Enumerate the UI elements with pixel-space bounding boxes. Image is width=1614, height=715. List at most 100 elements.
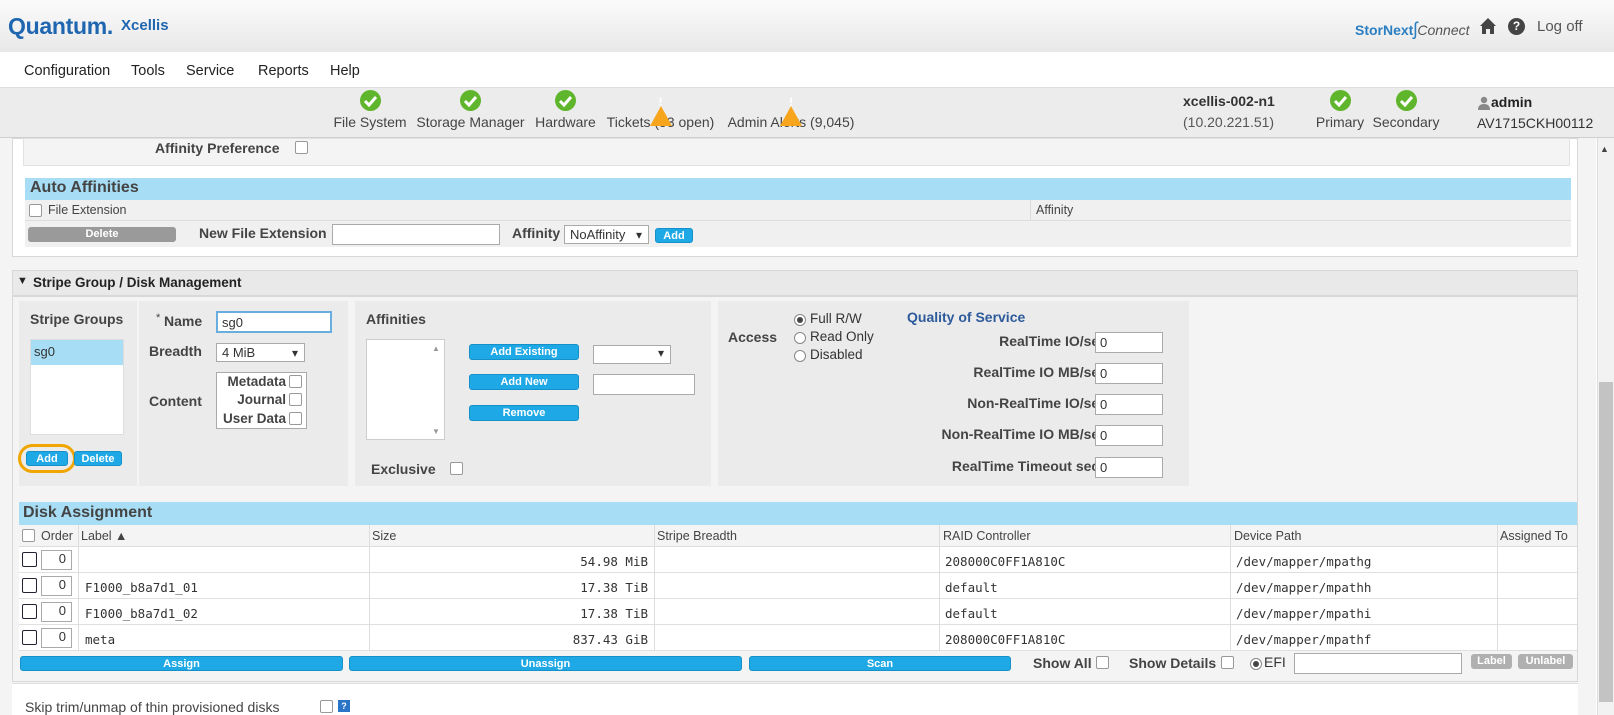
select-all-checkbox[interactable] [29, 204, 42, 217]
col-divider [78, 547, 79, 651]
help-icon[interactable]: ? [338, 700, 350, 712]
content-userdata-checkbox[interactable] [289, 412, 302, 425]
stripe-group-section-title: Stripe Group / Disk Management [33, 275, 242, 290]
status-hardware[interactable]: Hardware [533, 90, 598, 130]
scrollbar-thumb[interactable] [1599, 382, 1613, 702]
status-file-system[interactable]: File System [330, 90, 410, 130]
remove-affinity-button[interactable]: Remove [469, 405, 579, 421]
affinity-select[interactable]: NoAffinity [564, 225, 649, 244]
delete-extension-button[interactable]: Delete [28, 227, 176, 242]
affinity-pref-checkbox[interactable] [295, 141, 308, 154]
disk-assignment-title: Disk Assignment [23, 504, 153, 521]
affinity-label: Affinity [512, 225, 561, 241]
disk-select-all-checkbox[interactable] [22, 529, 35, 542]
scan-button[interactable]: Scan [749, 656, 1011, 671]
add-existing-button[interactable]: Add Existing [469, 344, 579, 360]
stornext-connect-logo[interactable]: StorNextʃConnect [1355, 19, 1470, 40]
label-button[interactable]: Label [1471, 654, 1512, 669]
add-extension-button[interactable]: Add [655, 228, 693, 243]
order-input[interactable]: 0 [41, 602, 72, 622]
col-raid-controller[interactable]: RAID Controller [943, 529, 1031, 543]
scroll-up-icon[interactable]: ▲ [1600, 144, 1609, 154]
delete-stripe-group-button[interactable]: Delete [74, 451, 122, 466]
qos-nonrealtime-iops-input[interactable] [1095, 394, 1163, 415]
access-disabled-label: Disabled [810, 347, 863, 362]
unlabel-button[interactable]: Unlabel [1518, 654, 1573, 669]
row-checkbox[interactable] [22, 552, 37, 567]
col-assigned-to[interactable]: Assigned To [1500, 529, 1568, 543]
status-storage-manager[interactable]: Storage Manager [412, 90, 529, 130]
content-metadata-checkbox[interactable] [289, 375, 302, 388]
col-divider [654, 525, 655, 547]
stripe-group-item[interactable]: sg0 [31, 340, 123, 365]
unassign-button[interactable]: Unassign [349, 656, 742, 671]
check-icon [555, 90, 576, 111]
menu-tools[interactable]: Tools [131, 63, 165, 79]
affinities-list[interactable] [366, 339, 445, 440]
col-divider [1497, 525, 1498, 547]
menu-service[interactable]: Service [186, 63, 234, 79]
show-details-checkbox[interactable] [1221, 656, 1234, 669]
skip-trim-checkbox[interactable] [320, 700, 333, 713]
disk-size: 54.98 MiB [580, 554, 648, 569]
col-device-path[interactable]: Device Path [1234, 529, 1301, 543]
status-primary[interactable]: Primary [1310, 90, 1370, 130]
qos-realtime-mbps-input[interactable] [1095, 363, 1163, 384]
order-input[interactable]: 0 [41, 550, 72, 570]
new-affinity-input[interactable] [593, 374, 695, 395]
col-label[interactable]: Label ▲ [81, 529, 127, 543]
access-full-rw-radio[interactable] [794, 314, 806, 326]
qos-realtime-iops-input[interactable] [1095, 332, 1163, 353]
menu-help[interactable]: Help [330, 63, 360, 79]
content-journal-checkbox[interactable] [289, 393, 302, 406]
row-checkbox[interactable] [22, 630, 37, 645]
help-icon[interactable]: ? [1508, 18, 1525, 35]
status-secondary[interactable]: Secondary [1370, 90, 1442, 130]
status-tickets[interactable]: ! Tickets (53 open) [603, 90, 718, 130]
access-disabled-radio[interactable] [794, 350, 806, 362]
col-divider [1230, 525, 1231, 547]
qos-nonrealtime-mbps-input[interactable] [1095, 425, 1163, 446]
add-new-button[interactable]: Add New [469, 374, 579, 390]
col-divider [1030, 200, 1031, 221]
required-marker: * [156, 312, 161, 324]
qos-label: Non-RealTime IO/sec [967, 395, 1107, 411]
existing-affinity-select[interactable] [593, 345, 671, 364]
list-scroll-down-icon[interactable]: ▼ [432, 427, 440, 436]
stripe-groups-label: Stripe Groups [30, 311, 124, 327]
new-extension-input[interactable] [332, 224, 500, 245]
exclusive-checkbox[interactable] [450, 462, 463, 475]
collapse-arrow-icon[interactable]: ▼ [17, 275, 28, 287]
efi-label-input[interactable] [1294, 653, 1462, 674]
row-checkbox[interactable] [22, 578, 37, 593]
add-stripe-group-button[interactable]: Add [26, 451, 68, 466]
stornext-text: StorNext [1355, 22, 1414, 38]
row-checkbox[interactable] [22, 604, 37, 619]
menu-configuration[interactable]: Configuration [24, 63, 110, 79]
logoff-link[interactable]: Log off [1537, 18, 1583, 35]
disk-size: 837.43 GiB [572, 632, 648, 647]
home-icon[interactable] [1479, 16, 1497, 36]
list-scroll-up-icon[interactable]: ▲ [432, 344, 440, 353]
efi-radio[interactable] [1250, 658, 1262, 670]
access-read-only-radio[interactable] [794, 332, 806, 344]
show-all-checkbox[interactable] [1096, 656, 1109, 669]
col-stripe-breadth[interactable]: Stripe Breadth [657, 529, 737, 543]
col-size[interactable]: Size [372, 529, 396, 543]
col-order[interactable]: Order [41, 529, 73, 543]
status-admin-alerts[interactable]: ! Admin Alerts (9,045) [724, 90, 858, 130]
disk-path: /dev/mapper/mpathf [1236, 632, 1372, 647]
connect-text: Connect [1417, 22, 1470, 38]
menu-reports[interactable]: Reports [258, 63, 309, 79]
order-input[interactable]: 0 [41, 628, 72, 648]
stripe-group-section-header[interactable] [12, 270, 1578, 296]
qos-realtime-timeout-input[interactable] [1095, 457, 1163, 478]
assign-button[interactable]: Assign [20, 656, 343, 671]
user-name[interactable]: admin [1491, 94, 1532, 110]
order-input[interactable]: 0 [41, 576, 72, 596]
col-divider [369, 525, 370, 547]
breadth-select[interactable]: 4 MiB [216, 343, 305, 362]
name-input[interactable] [216, 311, 332, 333]
col-affinity: Affinity [1036, 203, 1074, 217]
col-file-extension[interactable]: File Extension [48, 203, 127, 217]
